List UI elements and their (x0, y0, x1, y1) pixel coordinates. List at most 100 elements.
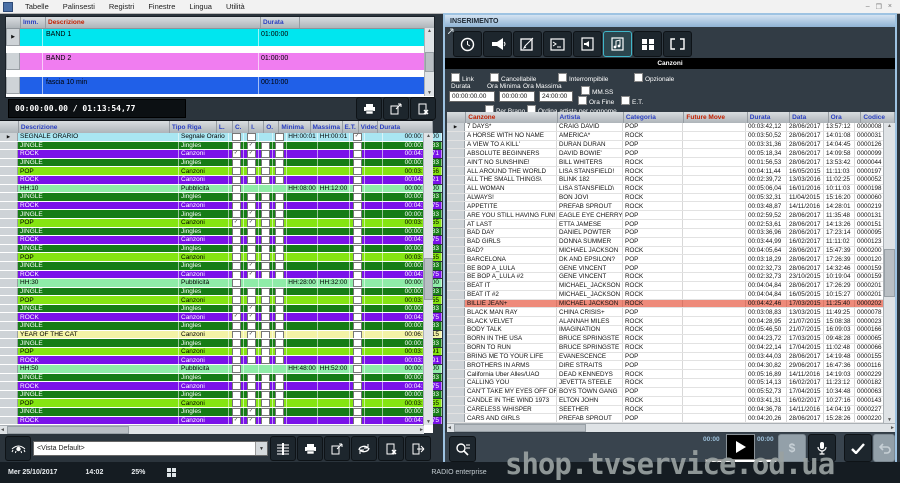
checkbox[interactable] (275, 322, 284, 330)
checkbox[interactable] (275, 373, 284, 382)
checkbox[interactable] (261, 347, 270, 356)
checkbox[interactable] (246, 201, 256, 210)
col-canzone[interactable]: Canzone (466, 112, 558, 123)
schedule-row[interactable]: HH:30 Pubblicità HH:28:00 HH:32:00 00:00:00,… (0, 279, 442, 288)
checkbox[interactable] (352, 322, 362, 330)
song-row[interactable]: BEAT IT MICHAEL_JACKSON ROCK 00:04:04,84 28/… (447, 281, 887, 291)
checkbox[interactable] (352, 356, 362, 365)
schedule-row[interactable]: POP Canzoni 00:03:50,55 (0, 296, 442, 305)
song-row[interactable]: CARS AND GIRLS PREFAB SPROUT POP 00:04:20,2… (447, 414, 887, 424)
checkbox[interactable] (352, 382, 362, 390)
checkbox[interactable] (352, 373, 362, 382)
checkbox[interactable] (261, 141, 270, 150)
checkbox[interactable]: ✓ (352, 133, 362, 141)
song-row[interactable]: BARCELONA DK AND EPSILON? POP 00:03:18,29 28… (447, 255, 887, 265)
clear-list-button[interactable] (410, 97, 436, 120)
checkbox[interactable] (352, 390, 362, 399)
schedule-row[interactable]: JINGLE Jingles 00:00:12,83 (0, 287, 442, 297)
checkbox[interactable] (246, 287, 256, 296)
col-minima[interactable]: Minima (279, 121, 311, 133)
col-l[interactable]: L. (217, 121, 233, 133)
checkbox[interactable]: ✓ (246, 218, 256, 227)
checkbox[interactable] (261, 287, 270, 296)
checkbox[interactable] (261, 296, 270, 304)
checkbox[interactable] (231, 210, 241, 218)
song-row[interactable]: BAD DAY DANIEL POWTER POP 00:03:36,96 28/06/… (447, 228, 887, 238)
menu-registri[interactable]: Registri (102, 2, 141, 11)
scrollbar-thumb[interactable] (423, 258, 434, 300)
schedule-row[interactable]: POP Canzoni 00:03:50,55 (0, 253, 442, 262)
checkbox[interactable] (231, 399, 241, 407)
checkbox[interactable] (231, 253, 241, 261)
checkbox[interactable] (261, 175, 270, 184)
delete-doc-button[interactable] (378, 436, 404, 461)
checkbox[interactable] (261, 261, 270, 270)
checkbox[interactable] (352, 399, 362, 407)
checkbox[interactable] (275, 296, 284, 304)
col-c[interactable]: C. (233, 121, 250, 133)
checkbox[interactable] (275, 227, 284, 236)
schedule-row[interactable]: JINGLE Jingles 00:00:12,83 (0, 193, 442, 202)
songs-vscrollbar[interactable]: ▲ ▼ (883, 123, 895, 423)
playlist-button[interactable] (270, 436, 296, 461)
schedule-row[interactable]: ROCK Canzoni ✓ ✓ 00:04:04,71 (0, 150, 442, 159)
checkbox[interactable] (231, 390, 241, 399)
checkbox[interactable] (352, 244, 362, 253)
checkbox[interactable] (275, 133, 284, 141)
checkbox[interactable] (261, 356, 270, 365)
checkbox[interactable] (261, 330, 270, 339)
checkbox[interactable] (352, 261, 362, 270)
checkbox[interactable] (352, 313, 362, 322)
checkbox[interactable] (246, 339, 256, 347)
checkbox[interactable]: ✓ (231, 150, 241, 158)
schedule-row[interactable]: ROCK Canzoni 00:04:21,75 (0, 382, 442, 391)
search-button[interactable] (449, 436, 476, 462)
song-row[interactable]: BE BOP A_LULA #2 GENE VINCENT ROCK 00:02:32… (447, 273, 887, 282)
checkbox[interactable] (275, 347, 284, 356)
schedule-hscrollbar[interactable]: ◄ ► (0, 425, 424, 434)
announcement-icon[interactable] (483, 31, 512, 57)
checkbox[interactable] (231, 356, 241, 365)
song-row[interactable]: APPETITE PREFAB SPROUT ROCK 00:03:48,87 14/1… (447, 202, 887, 212)
song-row[interactable]: AIN'T NO SUNSHINE! BILL WHITERS ROCK 00:01:… (447, 158, 887, 168)
checkbox[interactable] (352, 270, 362, 279)
checkbox[interactable] (231, 133, 241, 141)
song-row[interactable]: BLACK VELVET ALANNAH MILES ROCK 00:04:28,95… (447, 317, 887, 327)
checkbox[interactable] (261, 193, 270, 201)
checkbox[interactable] (246, 227, 256, 236)
schedule-row[interactable]: ROCK Canzoni 00:03:48,91 (0, 356, 442, 366)
song-row[interactable]: AT LAST ETTA JAMESE POP 00:02:53,61 28/06/20… (447, 220, 887, 229)
song-row[interactable]: BAD GIRLS DONNA SUMMER POP 00:03:44,99 16/02… (447, 237, 887, 247)
schedule-row[interactable]: ROCK Canzoni ✓ ✓ 00:04:21,75 (0, 313, 442, 323)
inserimento-title[interactable]: INSERIMENTO (445, 15, 895, 27)
checkbox[interactable] (261, 201, 270, 210)
checkbox[interactable] (352, 210, 362, 218)
print-button-2[interactable] (297, 436, 323, 461)
checkbox[interactable] (352, 236, 362, 244)
col-futuremove[interactable]: Future Move (684, 112, 748, 123)
checkbox[interactable] (261, 382, 270, 390)
checkbox[interactable] (261, 150, 270, 158)
schedule-row[interactable]: ROCK Canzoni 00:04:21,75 (0, 236, 442, 245)
scrollbar-thumb[interactable] (453, 424, 586, 432)
schedule-row[interactable]: YEAR OF THE CAT Canzoni ✓ 00:06:26,15 (0, 330, 442, 340)
checkbox[interactable] (275, 193, 284, 201)
close-button[interactable]: × (888, 3, 892, 11)
band-row[interactable]: ▶ BAND 1 01:00:00 (6, 29, 434, 46)
checkbox[interactable] (352, 227, 362, 236)
checkbox[interactable] (261, 227, 270, 236)
schedule-row[interactable]: JINGLE Jingles 00:00:12,83 (0, 158, 442, 168)
check-opzionale[interactable]: Opzionale (634, 73, 674, 83)
checkbox[interactable] (231, 382, 241, 390)
checkbox[interactable]: ✓ (246, 330, 256, 339)
schedule-row[interactable]: ROCK Canzoni 00:04:21,75 (0, 201, 442, 211)
menu-utilita[interactable]: Utilità (219, 2, 252, 11)
col-ora[interactable]: Ora (829, 112, 862, 123)
checkbox[interactable] (246, 322, 256, 330)
checkbox[interactable] (352, 201, 362, 210)
durata-input[interactable]: 00:00:00.00 (449, 91, 495, 102)
checkbox[interactable]: ✓ (246, 141, 256, 150)
schedule-row[interactable]: POP Canzoni 00:03:50,55 (0, 399, 442, 408)
exit-button[interactable] (405, 436, 431, 461)
ora-minima-input[interactable]: 00:00:00 (499, 91, 535, 102)
